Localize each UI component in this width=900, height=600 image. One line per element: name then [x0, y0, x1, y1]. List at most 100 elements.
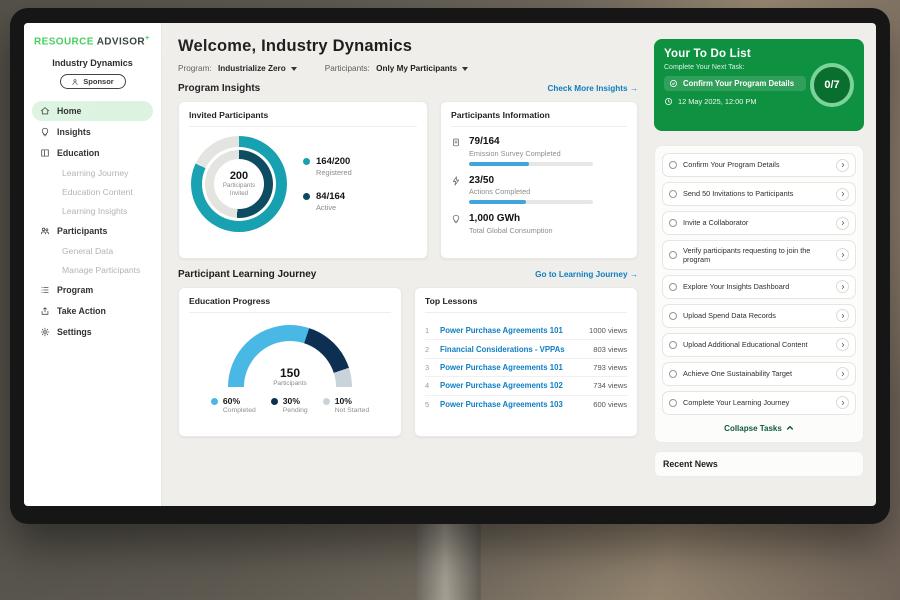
invited-donut-chart: 200 Participants Invited	[191, 136, 287, 232]
card-title: Top Lessons	[425, 296, 627, 313]
org-name: Industry Dynamics	[32, 58, 153, 68]
person-icon	[71, 78, 79, 86]
legend-completed: 60% Completed	[211, 396, 256, 414]
chevron-right-icon[interactable]	[836, 248, 849, 261]
collapse-tasks-button[interactable]: Collapse Tasks	[662, 420, 856, 440]
stat-actions-completed: 23/50 Actions Completed	[451, 175, 627, 205]
filter-bar: Program: Industrialize Zero Participants…	[178, 64, 638, 73]
lesson-link[interactable]: Power Purchase Agreements 102	[440, 381, 586, 390]
legend-active: 84/164 Active	[303, 191, 352, 212]
sidebar-item-general-data[interactable]: General Data	[32, 242, 153, 260]
task-row[interactable]: Explore Your Insights Dashboard	[662, 275, 856, 299]
task-checkbox[interactable]	[669, 370, 677, 378]
lesson-link[interactable]: Power Purchase Agreements 101	[440, 326, 582, 335]
section-title: Participant Learning Journey	[178, 269, 316, 280]
task-row[interactable]: Complete Your Learning Journey	[662, 391, 856, 415]
todo-task-list: Confirm Your Program Details Send 50 Inv…	[654, 145, 864, 443]
card-title: Education Progress	[189, 296, 391, 313]
chevron-right-icon[interactable]	[836, 338, 849, 351]
legend-dot	[211, 398, 218, 405]
todo-next-task: Confirm Your Program Details	[664, 76, 806, 91]
learning-journey-section-header: Participant Learning Journey Go to Learn…	[178, 269, 638, 280]
donut-legend: 164/200 Registered 84/164 Active	[303, 156, 352, 212]
legend-pending: 30% Pending	[271, 396, 308, 414]
clipboard-icon	[451, 137, 461, 147]
participants-dropdown[interactable]: Only My Participants	[376, 64, 468, 73]
card-title: Participants Information	[451, 110, 627, 127]
home-icon	[40, 106, 50, 116]
task-row[interactable]: Achieve One Sustainability Target	[662, 362, 856, 386]
sidebar-item-take-action[interactable]: Take Action	[32, 301, 153, 321]
sidebar-nav: Home Insights Education Learning Journey	[32, 101, 153, 342]
donut-center: 200 Participants Invited	[214, 159, 264, 209]
task-checkbox[interactable]	[669, 251, 677, 259]
task-checkbox[interactable]	[669, 161, 677, 169]
sidebar-item-learning-journey[interactable]: Learning Journey	[32, 164, 153, 182]
gauge-legend: 60% Completed 30% Pending	[211, 396, 369, 414]
brand-logo: RESOURCE ADVISOR+	[32, 33, 153, 56]
lesson-row: 4 Power Purchase Agreements 102 734 view…	[425, 377, 627, 395]
check-more-insights-link[interactable]: Check More Insights →	[547, 84, 638, 93]
sponsor-badge[interactable]: Sponsor	[60, 74, 126, 89]
todo-subtitle: Complete Your Next Task:	[664, 64, 802, 71]
lesson-link[interactable]: Financial Considerations - VPPAs	[440, 345, 586, 354]
chevron-right-icon[interactable]	[836, 280, 849, 293]
sidebar-item-insights[interactable]: Insights	[32, 122, 153, 142]
go-to-learning-journey-link[interactable]: Go to Learning Journey →	[535, 270, 638, 279]
chevron-right-icon[interactable]	[836, 188, 849, 201]
people-icon	[40, 226, 50, 236]
task-checkbox[interactable]	[669, 399, 677, 407]
legend-not-started: 10% Not Started	[323, 396, 369, 414]
sidebar-item-settings[interactable]: Settings	[32, 322, 153, 342]
stat-emission-survey: 79/164 Emission Survey Completed	[451, 136, 627, 166]
lightning-icon	[451, 176, 461, 186]
invited-participants-card: Invited Participants 200 Participants In…	[178, 101, 428, 259]
chevron-right-icon[interactable]	[836, 396, 849, 409]
sidebar-item-participants[interactable]: Participants	[32, 221, 153, 241]
task-checkbox[interactable]	[669, 190, 677, 198]
chevron-right-icon[interactable]	[836, 159, 849, 172]
chevron-up-icon	[786, 424, 794, 432]
sidebar-item-manage-participants[interactable]: Manage Participants	[32, 261, 153, 279]
stat-global-consumption: 1,000 GWh Total Global Consumption	[451, 213, 627, 239]
task-row[interactable]: Verify participants requesting to join t…	[662, 240, 856, 270]
chevron-down-icon	[291, 67, 297, 71]
sidebar-item-education-content[interactable]: Education Content	[32, 183, 153, 201]
task-row[interactable]: Invite a Collaborator	[662, 211, 856, 235]
chevron-right-icon[interactable]	[836, 367, 849, 380]
education-gauge-chart: 150 Participants	[228, 325, 352, 387]
upload-action-icon	[40, 306, 50, 316]
lesson-row: 1 Power Purchase Agreements 101 1000 vie…	[425, 322, 627, 340]
task-row[interactable]: Upload Spend Data Records	[662, 304, 856, 328]
education-progress-card: Education Progress 150 Participants	[178, 287, 402, 437]
list-icon	[40, 285, 50, 295]
task-checkbox[interactable]	[669, 283, 677, 291]
card-title: Invited Participants	[189, 110, 417, 127]
legend-dot	[303, 193, 310, 200]
program-insights-section-header: Program Insights Check More Insights →	[178, 83, 638, 94]
program-filter: Program: Industrialize Zero	[178, 64, 297, 73]
main-content: Welcome, Industry Dynamics Program: Indu…	[162, 23, 650, 506]
dashboard-screen: RESOURCE ADVISOR+ Industry Dynamics Spon…	[24, 23, 876, 506]
task-checkbox[interactable]	[669, 341, 677, 349]
sidebar-item-program[interactable]: Program	[32, 280, 153, 300]
task-checkbox[interactable]	[669, 312, 677, 320]
task-row[interactable]: Confirm Your Program Details	[662, 153, 856, 177]
sidebar-item-learning-insights[interactable]: Learning Insights	[32, 202, 153, 220]
task-row[interactable]: Send 50 Invitations to Participants	[662, 182, 856, 206]
chevron-right-icon[interactable]	[836, 309, 849, 322]
sidebar-item-education[interactable]: Education	[32, 143, 153, 163]
chevron-right-icon[interactable]	[836, 217, 849, 230]
sidebar-item-home[interactable]: Home	[32, 101, 153, 121]
todo-progress-ring: 0/7	[810, 63, 854, 107]
task-checkbox[interactable]	[669, 219, 677, 227]
task-row[interactable]: Upload Additional Educational Content	[662, 333, 856, 357]
sidebar: RESOURCE ADVISOR+ Industry Dynamics Spon…	[24, 23, 162, 506]
lesson-link[interactable]: Power Purchase Agreements 103	[440, 400, 586, 409]
todo-title: Your To Do List	[664, 48, 802, 60]
lesson-link[interactable]: Power Purchase Agreements 101	[440, 363, 586, 372]
legend-dot	[303, 158, 310, 165]
program-dropdown[interactable]: Industrialize Zero	[218, 64, 297, 73]
progress-bar	[469, 200, 593, 204]
recent-news-header: Recent News	[654, 451, 864, 477]
